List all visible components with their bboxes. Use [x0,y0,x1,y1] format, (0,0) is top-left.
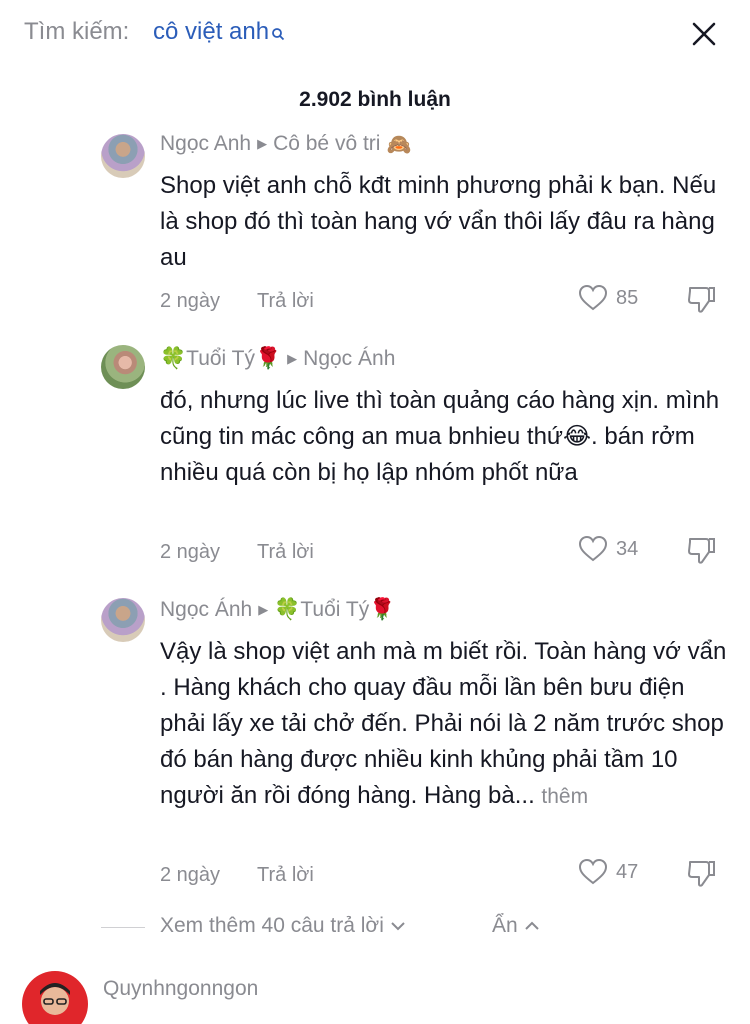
reply-button[interactable]: Trả lời [257,290,314,313]
like-count: 85 [616,286,639,309]
heart-icon [578,858,608,885]
search-header: Tìm kiếm: cô việt anh [0,0,750,64]
search-query-link[interactable]: cô việt anh [153,18,285,48]
reply-to-user[interactable]: 🍀Tuổi Tý🌹 [274,598,395,622]
user-line: Ngọc Anh ▶ Cô bé vô tri 🙈 [160,132,411,156]
reply-to-emoji: 🙈 [386,132,412,156]
reply-text: Shop việt anh chỗ kđt minh phương phải k… [160,172,717,271]
like-count: 34 [616,537,639,560]
replies-controls: Xem thêm 40 câu trả lời Ẩn [0,910,750,946]
avatar[interactable] [101,598,145,642]
user-line: 🍀Tuổi Tý🌹 ▶ Ngọc Ánh [160,347,395,371]
username[interactable]: 🍀Tuổi Tý🌹 [160,347,281,371]
heart-icon [578,284,608,311]
reply-text: Vậy là shop việt anh mà m biết rồi. Toàn… [160,634,730,815]
like-button[interactable]: 85 [578,284,638,312]
reply-time: 2 ngày [160,864,221,886]
view-more-label: Xem thêm 40 câu trả lời [160,914,384,937]
view-more-replies-button[interactable]: Xem thêm 40 câu trả lời [160,914,406,938]
username[interactable]: Ngọc Anh [160,132,251,156]
close-button[interactable] [684,14,724,54]
dislike-icon [688,861,715,887]
reply-time: 2 ngày [160,541,221,563]
avatar[interactable] [101,345,145,389]
like-count: 47 [616,860,639,883]
see-more-link[interactable]: thêm [541,785,588,808]
close-icon [692,22,716,46]
like-button[interactable]: 47 [578,858,638,886]
dislike-icon [688,538,715,564]
hide-replies-button[interactable]: Ẩn [492,914,540,938]
divider [101,927,145,928]
username[interactable]: Ngọc Ánh [160,598,252,622]
dislike-button[interactable] [686,535,718,572]
hide-label: Ẩn [492,914,518,937]
triangle-right-icon: ▶ [287,351,298,366]
user-line: Ngọc Ánh ▶ 🍀Tuổi Tý🌹 [160,598,395,622]
magnifier-icon [271,20,285,48]
reply-button[interactable]: Trả lời [257,864,314,887]
chevron-up-icon [524,921,539,930]
reply-time: 2 ngày [160,290,221,312]
search-prefix: Tìm kiếm: [24,18,130,45]
comment-item: Quynhngonngon [0,965,750,1024]
reply-text: đó, nhưng lúc live thì toàn quảng cáo hà… [160,387,720,486]
reply-text-body: Vậy là shop việt anh mà m biết rồi. Toàn… [160,638,727,809]
comments-count: 2.902 bình luận [299,88,451,111]
avatar[interactable] [22,971,88,1024]
heart-icon [578,535,608,562]
avatar[interactable] [101,134,145,178]
dislike-icon [688,287,715,313]
username[interactable]: Quynhngonngon [103,977,258,1001]
dislike-button[interactable] [686,858,718,895]
reply-to-user[interactable]: Cô bé vô tri [273,132,380,156]
triangle-right-icon: ▶ [257,136,268,151]
triangle-right-icon: ▶ [258,602,269,617]
reply-to-user[interactable]: Ngọc Ánh [303,347,395,371]
search-query-text: cô việt anh [153,18,270,45]
dislike-button[interactable] [686,284,718,321]
reply-button[interactable]: Trả lời [257,541,314,564]
chevron-down-icon [391,922,405,931]
like-button[interactable]: 34 [578,535,638,563]
